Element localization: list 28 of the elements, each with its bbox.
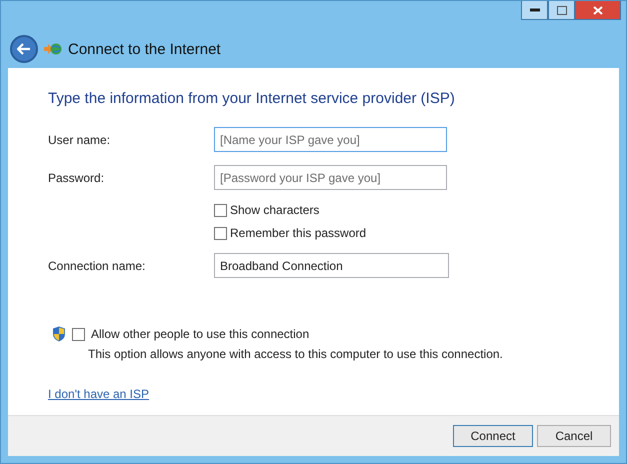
field-label: Password: xyxy=(48,170,106,184)
shield-icon xyxy=(52,326,66,342)
checkbox[interactable] xyxy=(214,226,227,240)
maximize-button[interactable] xyxy=(548,1,575,20)
cancel-button[interactable]: Cancel xyxy=(537,425,611,447)
checkbox-label: Show characters xyxy=(230,203,320,217)
field-label: User name: xyxy=(48,132,112,146)
input-field[interactable]: [Password your ISP gave you] xyxy=(214,165,447,190)
minimize-icon xyxy=(530,8,540,12)
no-isp-link[interactable]: I don't have an ISP xyxy=(48,387,150,401)
connect-button[interactable]: Connect xyxy=(453,425,533,447)
option-description: This option allows anyone with access to this computer to use this connection. xyxy=(88,347,504,361)
checkbox-label: Remember this password xyxy=(230,226,366,240)
close-icon xyxy=(593,6,603,14)
checkbox[interactable] xyxy=(214,204,227,216)
page-heading: Type the information from your Internet service provider (ISP) xyxy=(48,90,456,107)
back-button[interactable] xyxy=(10,35,38,63)
checkbox-label: Allow other people to use this connection xyxy=(91,327,310,341)
back-arrow-icon xyxy=(17,43,31,55)
close-button[interactable] xyxy=(575,1,621,20)
checkbox[interactable] xyxy=(72,328,85,340)
network-globe-icon xyxy=(44,42,62,56)
field-label: Connection name: xyxy=(48,258,146,272)
input-field[interactable]: Broadband Connection xyxy=(214,253,449,278)
window-title: Connect to the Internet xyxy=(68,40,221,58)
input-field[interactable]: [Name your ISP gave you] xyxy=(214,127,447,152)
maximize-icon xyxy=(556,6,566,14)
minimize-button[interactable] xyxy=(521,1,548,20)
